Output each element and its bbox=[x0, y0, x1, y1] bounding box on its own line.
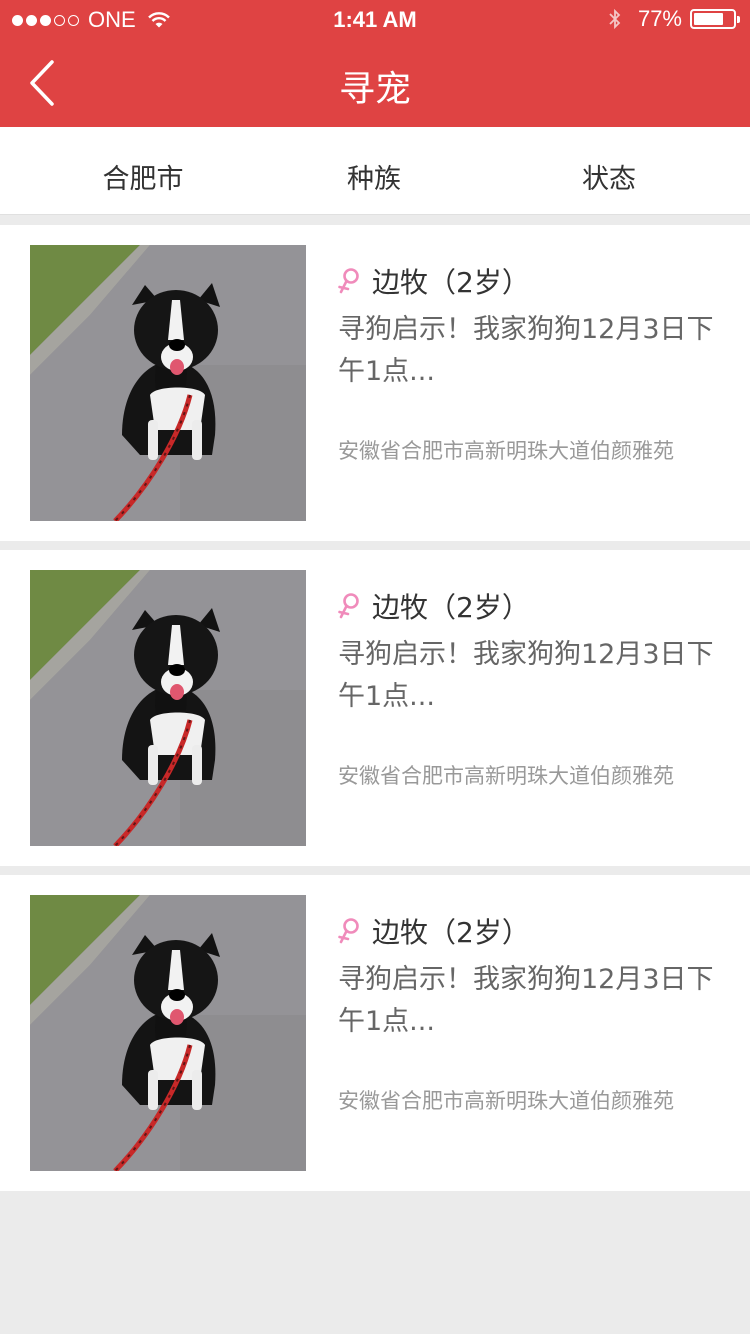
pet-description: 寻狗启示！我家狗狗12月3日下午1点... bbox=[338, 639, 714, 712]
pet-name: 边牧（2岁） bbox=[372, 266, 530, 299]
pet-address: 安徽省合肥市高新明珠大道伯颜雅苑 bbox=[338, 1089, 674, 1113]
pet-card[interactable]: 边牧（2岁） 寻狗启示！我家狗狗12月3日下午1点... 安徽省合肥市高新明珠大… bbox=[0, 875, 750, 1191]
filter-city[interactable]: 合肥市 bbox=[103, 157, 184, 196]
filter-breed[interactable]: 种族 bbox=[347, 157, 401, 196]
battery-nub bbox=[737, 16, 740, 23]
top-bar: ONE 1:41 AM 77% 寻宠 bbox=[0, 0, 750, 127]
pet-photo bbox=[30, 570, 306, 846]
pet-name-row: 边牧（2岁） bbox=[338, 261, 530, 301]
pet-name-row: 边牧（2岁） bbox=[338, 586, 530, 626]
pet-address: 安徽省合肥市高新明珠大道伯颜雅苑 bbox=[338, 764, 674, 788]
pet-address: 安徽省合肥市高新明珠大道伯颜雅苑 bbox=[338, 439, 674, 463]
filter-status[interactable]: 状态 bbox=[582, 157, 636, 196]
pet-card[interactable]: 边牧（2岁） 寻狗启示！我家狗狗12月3日下午1点... 安徽省合肥市高新明珠大… bbox=[0, 225, 750, 541]
pet-name-row: 边牧（2岁） bbox=[338, 911, 530, 951]
status-bar: ONE 1:41 AM 77% bbox=[0, 0, 750, 40]
pet-description: 寻狗启示！我家狗狗12月3日下午1点... bbox=[338, 314, 714, 387]
pet-name: 边牧（2岁） bbox=[372, 591, 530, 624]
page-title: 寻宠 bbox=[338, 69, 411, 110]
pet-photo bbox=[30, 895, 306, 1171]
pet-description: 寻狗启示！我家狗狗12月3日下午1点... bbox=[338, 964, 714, 1037]
status-right: 77% bbox=[608, 6, 740, 32]
pet-photo bbox=[30, 245, 306, 521]
pet-card[interactable]: 边牧（2岁） 寻狗启示！我家狗狗12月3日下午1点... 安徽省合肥市高新明珠大… bbox=[0, 550, 750, 866]
female-icon bbox=[338, 918, 359, 944]
filter-bar: 合肥市 种族 状态 bbox=[0, 127, 750, 215]
female-icon bbox=[338, 268, 359, 294]
bluetooth-icon bbox=[609, 8, 621, 30]
battery-icon bbox=[690, 9, 740, 29]
pet-name: 边牧（2岁） bbox=[372, 916, 530, 949]
nav-bar: 寻宠 bbox=[0, 40, 750, 127]
battery-percent: 77% bbox=[637, 6, 682, 31]
female-icon bbox=[338, 593, 359, 619]
battery-fill bbox=[694, 13, 724, 25]
